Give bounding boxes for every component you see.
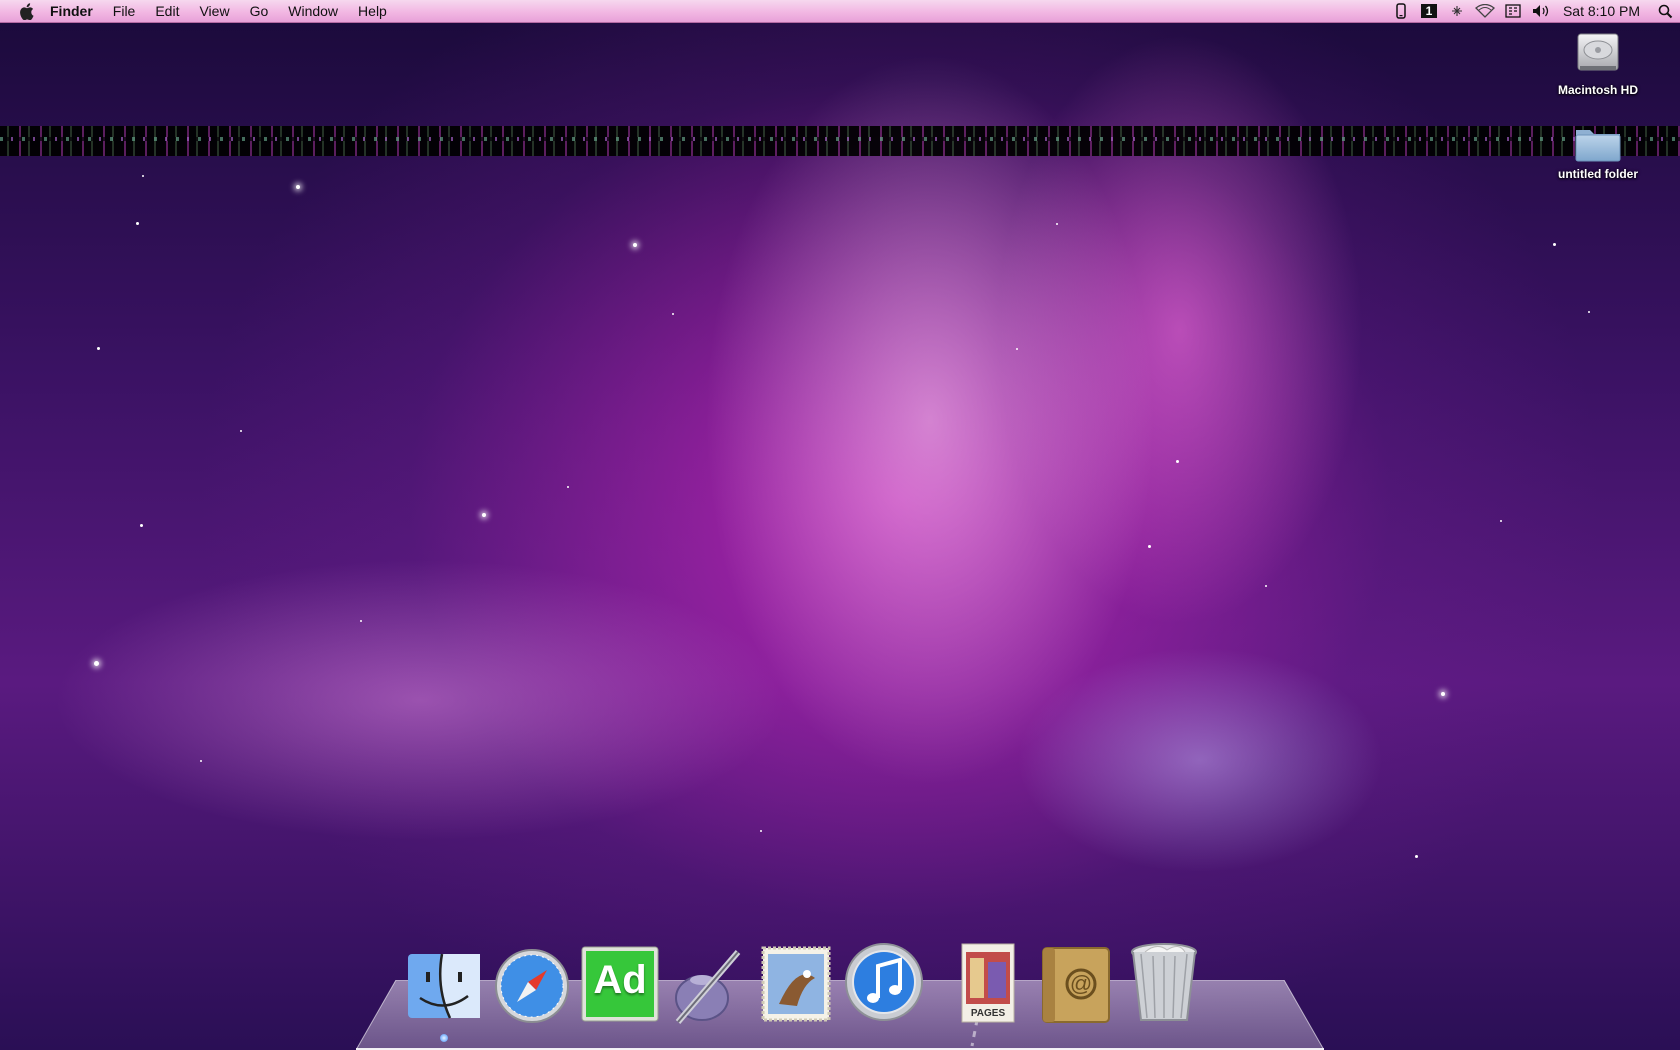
spaces-number: 1: [1420, 4, 1437, 18]
address-book-icon: @: [1037, 944, 1115, 1024]
menu-bar: Finder File Edit View Go Window Help 1 S…: [0, 0, 1680, 23]
spaces-number-icon[interactable]: 1: [1415, 0, 1443, 22]
pages-document-icon: PAGES: [956, 942, 1020, 1024]
dock-item-pages-document[interactable]: PAGES: [944, 934, 1032, 1024]
dock-item-finder[interactable]: [400, 934, 488, 1042]
star: [1553, 243, 1556, 246]
bluetooth-icon[interactable]: [1443, 0, 1471, 22]
star: [1441, 692, 1445, 696]
menu-edit[interactable]: Edit: [145, 0, 189, 22]
menu-file[interactable]: File: [103, 0, 146, 22]
folder-icon: [1573, 122, 1623, 164]
running-indicator: [440, 1034, 448, 1042]
itunes-icon: [842, 940, 926, 1024]
star: [1588, 311, 1590, 313]
hard-drive-icon: [1574, 28, 1622, 80]
menu-help[interactable]: Help: [348, 0, 397, 22]
dock-separator: [928, 954, 944, 1024]
star: [240, 430, 242, 432]
star: [136, 222, 139, 225]
star: [140, 524, 143, 527]
dock-item-itunes[interactable]: [840, 934, 928, 1024]
input-menu-icon[interactable]: [1499, 0, 1527, 22]
star: [97, 347, 100, 350]
spotlight-search-icon[interactable]: [1650, 0, 1680, 22]
volume-icon[interactable]: [1527, 0, 1555, 22]
star: [200, 760, 202, 762]
menu-extras: 1 Sat 8:10 PM: [1387, 0, 1680, 22]
star: [482, 513, 486, 517]
star: [760, 830, 762, 832]
trash-icon: [1127, 940, 1201, 1024]
pen-inkwell-icon: [668, 944, 748, 1024]
star: [1016, 348, 1018, 350]
desktop-icon-macintosh-hd[interactable]: Macintosh HD: [1543, 28, 1653, 97]
apple-menu-icon[interactable]: [18, 2, 34, 20]
pages-document-label: PAGES: [970, 1008, 1006, 1019]
svg-text:@: @: [1070, 971, 1092, 996]
star: [1265, 585, 1267, 587]
desktop-icon-untitled-folder[interactable]: untitled folder: [1543, 122, 1653, 181]
ad-app-label: Ad: [593, 958, 647, 1002]
wifi-icon[interactable]: [1471, 0, 1499, 22]
menu-window[interactable]: Window: [278, 0, 348, 22]
star: [567, 486, 569, 488]
star: [1176, 460, 1179, 463]
star: [1500, 520, 1502, 522]
dock-item-mail[interactable]: [752, 934, 840, 1024]
star: [633, 243, 637, 247]
dock: Ad PAGES @: [400, 934, 1208, 1042]
star: [296, 185, 300, 189]
dock-item-script-editor[interactable]: [664, 934, 752, 1024]
phone-icon[interactable]: [1387, 0, 1415, 22]
menu-app-finder[interactable]: Finder: [50, 0, 103, 22]
star: [1056, 223, 1058, 225]
mail-stamp-icon: [757, 944, 835, 1024]
desktop-icon-label: untitled folder: [1558, 167, 1638, 181]
finder-icon: [406, 948, 482, 1024]
dock-item-address-book[interactable]: @: [1032, 934, 1120, 1024]
star: [1415, 855, 1418, 858]
desktop-icon-label: Macintosh HD: [1557, 83, 1638, 97]
dock-item-trash[interactable]: [1120, 934, 1208, 1024]
menu-go[interactable]: Go: [240, 0, 279, 22]
desktop-wallpaper: [0, 0, 1680, 1050]
star: [94, 661, 99, 666]
safari-icon: [492, 944, 572, 1024]
display-glitch-band: [0, 126, 1680, 156]
dock-item-safari[interactable]: [488, 934, 576, 1024]
star: [360, 620, 362, 622]
star: [142, 175, 144, 177]
star: [1148, 545, 1151, 548]
menu-clock[interactable]: Sat 8:10 PM: [1555, 0, 1650, 22]
dock-item-ad[interactable]: Ad: [576, 934, 664, 1024]
star: [672, 313, 674, 315]
ad-app-icon: Ad: [580, 944, 660, 1024]
menu-view[interactable]: View: [189, 0, 239, 22]
